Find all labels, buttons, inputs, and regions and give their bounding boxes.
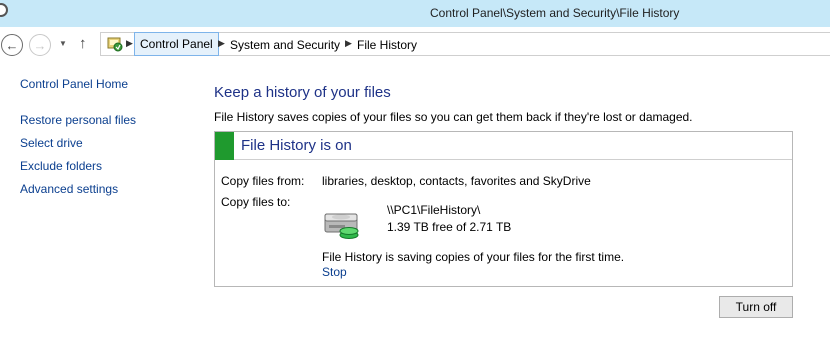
copy-from-value: libraries, desktop, contacts, favorites … [322, 174, 591, 188]
turn-off-button[interactable]: Turn off [719, 296, 793, 318]
status-title: File History is on [241, 137, 352, 154]
system-menu-icon[interactable] [0, 3, 8, 17]
copy-to-label: Copy files to: [221, 195, 291, 209]
address-bar[interactable]: ▶ Control Panel ▶ System and Security ▶ … [100, 32, 830, 56]
window-title: Control Panel\System and Security\File H… [430, 6, 680, 20]
dropdown-arrow-icon[interactable]: ▼ [59, 39, 67, 48]
sidebar-item-restore-personal-files[interactable]: Restore personal files [20, 113, 136, 127]
sidebar-item-control-panel-home[interactable]: Control Panel Home [20, 77, 128, 91]
breadcrumb-separator-icon[interactable]: ▶ [218, 38, 225, 49]
sidebar-item-exclude-folders[interactable]: Exclude folders [20, 159, 102, 173]
sidebar-item-advanced-settings[interactable]: Advanced settings [20, 182, 118, 196]
status-indicator [215, 132, 234, 160]
drive-free-space: 1.39 TB free of 2.71 TB [387, 220, 512, 234]
status-panel: File History is on Copy files from: libr… [214, 131, 793, 287]
breadcrumb-separator-icon[interactable]: ▶ [126, 38, 133, 49]
status-header: File History is on [215, 132, 792, 160]
up-arrow-icon[interactable]: ↑ [79, 35, 87, 52]
sidebar-item-select-drive[interactable]: Select drive [20, 136, 83, 150]
stop-link[interactable]: Stop [322, 265, 347, 279]
page-title: Keep a history of your files [214, 84, 391, 101]
control-panel-icon [107, 37, 123, 52]
hard-drive-icon [324, 213, 359, 239]
copy-from-label: Copy files from: [221, 174, 305, 188]
page-description: File History saves copies of your files … [214, 110, 693, 124]
back-arrow-icon[interactable]: ← [1, 34, 23, 56]
title-bar: Control Panel\System and Security\File H… [0, 0, 830, 27]
breadcrumb-file-history[interactable]: File History [357, 38, 417, 52]
breadcrumb-system-and-security[interactable]: System and Security [230, 38, 340, 52]
navigation-toolbar: ← → ▼ ↑ ▶ Control Panel ▶ System and Sec… [0, 27, 830, 62]
forward-arrow-icon[interactable]: → [29, 34, 51, 56]
saving-status-text: File History is saving copies of your fi… [322, 250, 625, 264]
drive-path: \\PC1\FileHistory\ [387, 203, 481, 217]
breadcrumb-control-panel[interactable]: Control Panel [134, 32, 219, 56]
breadcrumb-separator-icon[interactable]: ▶ [345, 38, 352, 49]
